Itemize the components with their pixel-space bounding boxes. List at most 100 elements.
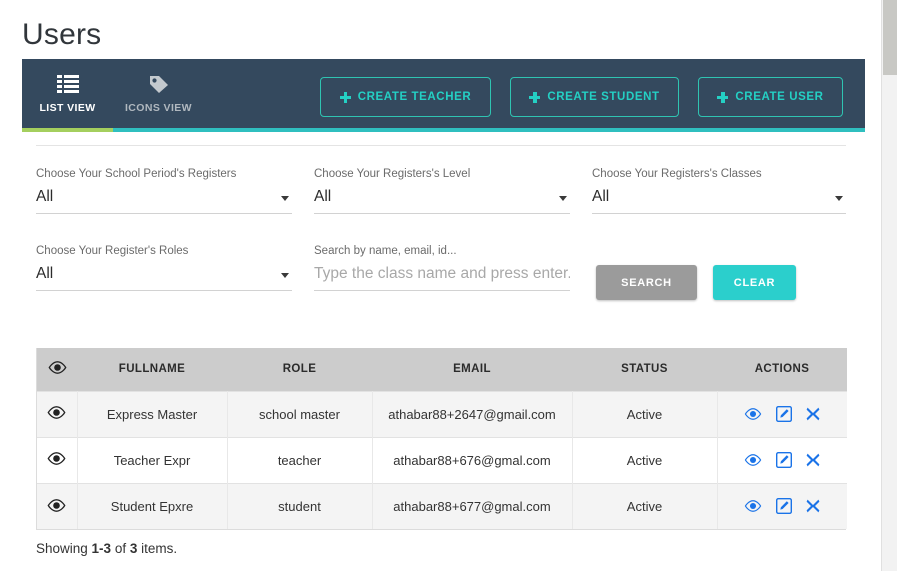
cell-fullname: Teacher Expr xyxy=(77,436,228,483)
cell-role: student xyxy=(227,482,373,529)
page-scrollbar[interactable] xyxy=(881,0,897,571)
header-role[interactable]: ROLE xyxy=(227,348,372,391)
row-select-eye[interactable] xyxy=(37,482,78,529)
header-actions: ACTIONS xyxy=(717,348,847,391)
filter-period: Choose Your School Period's Registers Al… xyxy=(36,167,292,214)
tab-list-view[interactable]: LIST VIEW xyxy=(22,59,113,128)
delete-icon[interactable] xyxy=(806,453,820,467)
summary-middle: of xyxy=(111,541,130,556)
filter-classes-select[interactable]: All xyxy=(592,181,846,214)
create-user-button[interactable]: CREATE USER xyxy=(698,77,843,117)
eye-icon xyxy=(47,452,66,468)
filter-level-label: Choose Your Registers's Level xyxy=(314,168,471,180)
filter-level: Choose Your Registers's Level All xyxy=(314,167,570,214)
cell-status: Active xyxy=(572,390,718,437)
users-table-head: FULLNAME ROLE EMAIL STATUS ACTIONS xyxy=(37,348,847,391)
page-title: Users xyxy=(22,18,102,51)
filter-level-value: All xyxy=(314,188,332,205)
filter-period-select[interactable]: All xyxy=(36,181,292,214)
users-table: FULLNAME ROLE EMAIL STATUS ACTIONS Expre… xyxy=(37,348,847,529)
tab-icons-view-label: ICONS VIEW xyxy=(124,102,192,114)
cell-fullname: Express Master xyxy=(77,390,228,437)
tab-list-view-label: LIST VIEW xyxy=(39,102,96,114)
table-row: Student Epxre student athabar88+677@gmal… xyxy=(37,482,847,529)
filter-roles: Choose Your Register's Roles All xyxy=(36,244,292,291)
header-email[interactable]: EMAIL xyxy=(372,348,572,391)
table-header-row: FULLNAME ROLE EMAIL STATUS ACTIONS xyxy=(37,348,847,391)
create-student-label: CREATE STUDENT xyxy=(547,91,660,103)
filter-classes-label: Choose Your Registers's Classes xyxy=(592,168,762,180)
plus-icon xyxy=(339,91,351,103)
view-icon[interactable] xyxy=(744,454,762,466)
cell-fullname: Student Epxre xyxy=(77,482,228,529)
eye-icon xyxy=(47,406,66,422)
filter-search: Search by name, email, id... xyxy=(314,244,570,291)
filter-roles-select[interactable]: All xyxy=(36,258,292,291)
filter-action-buttons: SEARCH CLEAR xyxy=(596,265,796,300)
cell-actions xyxy=(717,390,847,437)
table-row: Teacher Expr teacher athabar88+676@gmal.… xyxy=(37,436,847,483)
edit-icon[interactable] xyxy=(776,451,793,469)
edit-icon[interactable] xyxy=(776,405,793,423)
create-user-label: CREATE USER xyxy=(735,91,824,103)
delete-icon[interactable] xyxy=(806,407,820,421)
create-teacher-button[interactable]: CREATE TEACHER xyxy=(320,77,491,117)
tab-icons-view[interactable]: ICONS VIEW xyxy=(113,59,204,128)
clear-button[interactable]: CLEAR xyxy=(713,265,796,300)
chevron-down-icon xyxy=(281,273,289,278)
tag-icon xyxy=(148,72,170,96)
search-button[interactable]: SEARCH xyxy=(596,265,697,300)
filter-period-value: All xyxy=(36,188,54,205)
cell-email: athabar88+2647@gmail.com xyxy=(372,390,573,437)
eye-icon xyxy=(48,361,67,377)
summary-prefix: Showing xyxy=(36,541,92,556)
cell-status: Active xyxy=(572,436,718,483)
eye-icon xyxy=(47,498,66,515)
cell-email: athabar88+676@gmal.com xyxy=(372,436,573,483)
create-teacher-label: CREATE TEACHER xyxy=(357,91,472,103)
header-eye-column[interactable] xyxy=(37,348,77,391)
row-select-eye[interactable] xyxy=(37,436,78,483)
list-icon xyxy=(56,72,79,96)
chevron-down-icon xyxy=(835,196,843,201)
filter-level-select[interactable]: All xyxy=(314,181,570,214)
summary-range: 1-3 xyxy=(91,541,112,556)
cell-actions xyxy=(717,436,847,483)
filter-period-label: Choose Your School Period's Registers xyxy=(36,168,237,180)
filter-roles-label: Choose Your Register's Roles xyxy=(36,245,189,257)
filter-roles-value: All xyxy=(36,265,54,282)
delete-icon[interactable] xyxy=(806,499,820,513)
summary-suffix: items. xyxy=(137,541,178,556)
filter-classes: Choose Your Registers's Classes All xyxy=(592,167,846,214)
header-status[interactable]: STATUS xyxy=(572,348,717,391)
table-row: Express Master school master athabar88+2… xyxy=(37,390,847,437)
cell-status: Active xyxy=(572,482,718,529)
scrollbar-thumb[interactable] xyxy=(883,0,897,75)
cell-email: athabar88+677@gmal.com xyxy=(372,482,573,529)
view-icon[interactable] xyxy=(744,500,762,513)
filter-classes-value: All xyxy=(592,188,610,205)
page-header-bar: LIST VIEW ICONS VIEW CREATE TEACHER CREA… xyxy=(22,59,865,128)
search-input-row[interactable] xyxy=(314,258,570,291)
chevron-down-icon xyxy=(281,196,289,201)
content-divider xyxy=(36,145,846,146)
header-fullname[interactable]: FULLNAME xyxy=(77,348,227,391)
view-icon[interactable] xyxy=(744,408,762,420)
create-student-button[interactable]: CREATE STUDENT xyxy=(510,77,679,117)
edit-icon[interactable] xyxy=(776,498,793,515)
search-label: Search by name, email, id... xyxy=(314,245,457,257)
cell-role: teacher xyxy=(227,436,373,483)
chevron-down-icon xyxy=(559,196,567,201)
users-page: Users LIST VIEW ICONS VIEW CREATE TEACHE… xyxy=(0,0,897,571)
cell-role: school master xyxy=(227,390,373,437)
cell-actions xyxy=(717,482,847,529)
row-select-eye[interactable] xyxy=(37,390,78,437)
active-tab-underline xyxy=(22,128,113,132)
plus-icon xyxy=(717,91,729,103)
search-input[interactable] xyxy=(314,265,570,283)
pagination-summary: Showing 1-3 of 3 items. xyxy=(36,541,177,556)
users-table-container: FULLNAME ROLE EMAIL STATUS ACTIONS Expre… xyxy=(36,348,847,530)
view-tabs: LIST VIEW ICONS VIEW xyxy=(22,59,204,128)
plus-icon xyxy=(529,91,541,103)
tab-underline-strip xyxy=(22,128,865,132)
